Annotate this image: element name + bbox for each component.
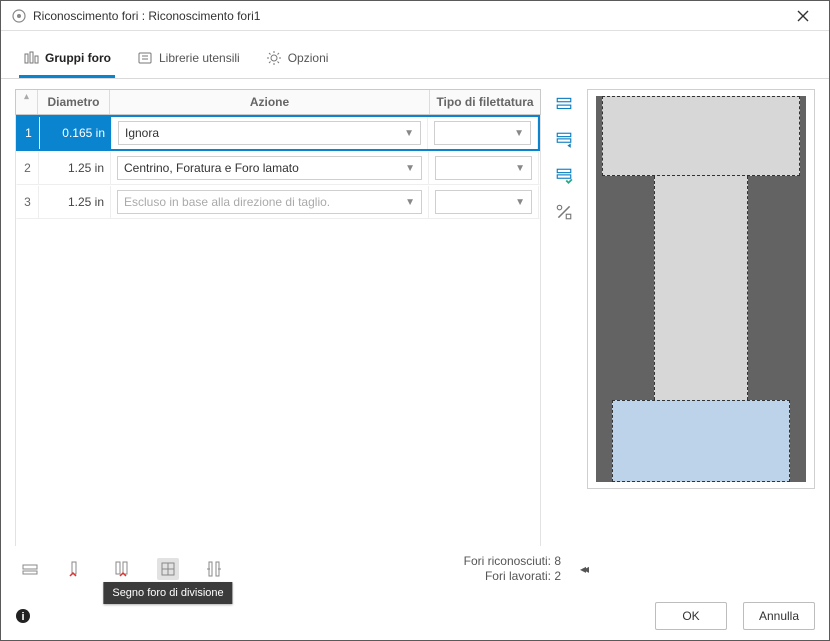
tab-label: Opzioni bbox=[288, 51, 329, 65]
filter-1-button[interactable] bbox=[555, 95, 573, 113]
azione-value: Escluso in base alla direzione di taglio… bbox=[124, 195, 330, 209]
cell-filettatura: ▼ bbox=[429, 186, 539, 218]
table-row[interactable]: 1 0.165 in Ignora ▼ ▼ bbox=[16, 115, 540, 151]
preview-canvas bbox=[596, 96, 806, 482]
footer-toolbar: Segno foro di divisione Fori riconosciut… bbox=[1, 546, 829, 592]
status-recognized-value: 8 bbox=[554, 554, 561, 568]
cell-filettatura: ▼ bbox=[429, 152, 539, 184]
cell-diametro: 1.25 in bbox=[39, 186, 111, 218]
rewind-icon: ◂◂ bbox=[580, 562, 586, 576]
tool-split-button[interactable] bbox=[19, 558, 41, 580]
table-row[interactable]: 2 1.25 in Centrino, Foratura e Foro lama… bbox=[16, 151, 540, 185]
tab-label: Gruppi foro bbox=[45, 51, 111, 65]
close-button[interactable] bbox=[787, 1, 819, 31]
body: ▴ Diametro Azione Tipo di filettatura 1 … bbox=[1, 79, 829, 546]
cell-rownum: 3 bbox=[17, 186, 39, 218]
header-azione[interactable]: Azione bbox=[110, 90, 430, 114]
preview-pane bbox=[587, 89, 815, 489]
footer-right: ◂◂ bbox=[571, 562, 811, 576]
cell-rownum: 1 bbox=[18, 117, 40, 149]
chevron-down-icon: ▼ bbox=[405, 197, 415, 208]
tool-measure-button[interactable] bbox=[203, 558, 225, 580]
cell-diametro: 1.25 in bbox=[39, 152, 111, 184]
tab-hole-groups[interactable]: Gruppi foro bbox=[19, 41, 115, 78]
filettatura-dropdown[interactable]: ▼ bbox=[435, 190, 532, 214]
cell-azione: Escluso in base alla direzione di taglio… bbox=[111, 186, 429, 218]
cell-azione: Ignora ▼ bbox=[112, 117, 428, 149]
hole-groups-table: ▴ Diametro Azione Tipo di filettatura 1 … bbox=[15, 89, 541, 546]
chevron-down-icon: ▼ bbox=[514, 128, 524, 139]
percent-button[interactable] bbox=[555, 203, 573, 221]
header-filettatura[interactable]: Tipo di filettatura bbox=[430, 90, 540, 114]
chevron-down-icon: ▼ bbox=[405, 163, 415, 174]
app-icon bbox=[11, 8, 27, 24]
header-rownum[interactable]: ▴ bbox=[16, 90, 38, 114]
tab-tool-libraries[interactable]: Librerie utensili bbox=[133, 41, 244, 78]
side-toolbar bbox=[551, 89, 577, 546]
azione-value: Ignora bbox=[125, 126, 159, 140]
svg-text:i: i bbox=[21, 611, 24, 623]
window-title: Riconoscimento fori : Riconoscimento for… bbox=[33, 9, 787, 23]
dialog-window: Riconoscimento fori : Riconoscimento for… bbox=[0, 0, 830, 641]
ok-button[interactable]: OK bbox=[655, 602, 727, 630]
chevron-down-icon: ▼ bbox=[515, 197, 525, 208]
cell-filettatura: ▼ bbox=[428, 117, 538, 149]
filter-2-button[interactable] bbox=[555, 131, 573, 149]
status-machined-label: Fori lavorati: bbox=[485, 569, 551, 583]
rewind-button[interactable]: ◂◂ bbox=[571, 562, 595, 576]
gear-icon bbox=[266, 50, 282, 66]
tool-mark-split-button[interactable]: Segno foro di divisione bbox=[157, 558, 179, 580]
azione-value: Centrino, Foratura e Foro lamato bbox=[124, 161, 299, 175]
preview-hole-top bbox=[602, 96, 800, 176]
chevron-down-icon: ▼ bbox=[515, 163, 525, 174]
footer-tool-buttons: Segno foro di divisione bbox=[19, 558, 225, 580]
filter-3-button[interactable] bbox=[555, 167, 573, 185]
holes-group-icon bbox=[23, 50, 39, 66]
tooltip: Segno foro di divisione bbox=[103, 582, 232, 604]
header-diametro[interactable]: Diametro bbox=[38, 90, 110, 114]
preview-hole-bottom bbox=[612, 400, 790, 482]
info-icon[interactable]: i bbox=[15, 608, 31, 624]
status-recognized-label: Fori riconosciuti: bbox=[464, 554, 551, 568]
footer-status: Fori riconosciuti: 8 Fori lavorati: 2 bbox=[464, 554, 561, 584]
table-header-row: ▴ Diametro Azione Tipo di filettatura bbox=[15, 89, 541, 115]
cancel-button[interactable]: Annulla bbox=[743, 602, 815, 630]
azione-dropdown[interactable]: Centrino, Foratura e Foro lamato ▼ bbox=[117, 156, 422, 180]
preview-hole-stem bbox=[654, 176, 748, 400]
filettatura-dropdown[interactable]: ▼ bbox=[434, 121, 531, 145]
status-machined-value: 2 bbox=[554, 569, 561, 583]
table-body: 1 0.165 in Ignora ▼ ▼ bbox=[15, 115, 541, 546]
azione-dropdown[interactable]: Ignora ▼ bbox=[118, 121, 421, 145]
tool-col2-button[interactable] bbox=[111, 558, 133, 580]
cell-rownum: 2 bbox=[17, 152, 39, 184]
filettatura-dropdown[interactable]: ▼ bbox=[435, 156, 532, 180]
tab-options[interactable]: Opzioni bbox=[262, 41, 333, 78]
cell-azione: Centrino, Foratura e Foro lamato ▼ bbox=[111, 152, 429, 184]
tool-library-icon bbox=[137, 50, 153, 66]
chevron-down-icon: ▼ bbox=[404, 128, 414, 139]
tab-label: Librerie utensili bbox=[159, 51, 240, 65]
cell-diametro: 0.165 in bbox=[40, 117, 112, 149]
sort-caret-icon: ▴ bbox=[22, 93, 31, 99]
azione-dropdown[interactable]: Escluso in base alla direzione di taglio… bbox=[117, 190, 422, 214]
titlebar: Riconoscimento fori : Riconoscimento for… bbox=[1, 1, 829, 31]
tool-col1-button[interactable] bbox=[65, 558, 87, 580]
table-row[interactable]: 3 1.25 in Escluso in base alla direzione… bbox=[16, 185, 540, 219]
tabs: Gruppi foro Librerie utensili Opzioni bbox=[1, 31, 829, 79]
